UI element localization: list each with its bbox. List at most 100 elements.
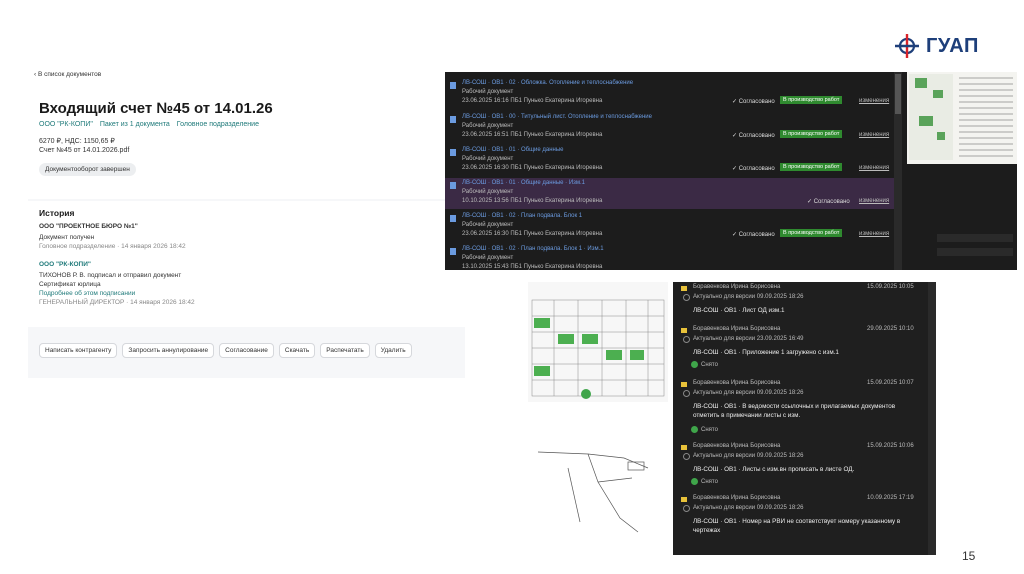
- doc-row-meta: 23.06.2025 16:30 ПБ1 Пунько Екатерина Иг…: [462, 165, 603, 171]
- document-list-screenshot: ЛВ-СОШ · ОВ1 · 02 · Обложка. Отопление и…: [445, 72, 907, 270]
- comment-date: 10.09.2025 17:19: [867, 495, 914, 501]
- document-file[interactable]: Счет №45 от 14.01.2026.pdf: [39, 147, 129, 154]
- doc-row-type: Рабочий документ: [462, 123, 514, 129]
- document-links: ООО "РК-КОПИ" Пакет из 1 документа Голов…: [39, 121, 259, 128]
- doc-row-title[interactable]: ЛВ-СОШ · ОВ1 · 01 · Общие данные: [462, 147, 564, 153]
- delete-button[interactable]: Удалить: [374, 343, 412, 358]
- doc-row[interactable]: ЛВ-СОШ · ОВ1 · 02 · План подвала. Блок 1…: [445, 211, 894, 242]
- doc-row-title[interactable]: ЛВ-СОШ · ОВ1 · 02 · План подвала. Блок 1: [462, 213, 582, 219]
- comment-item[interactable]: Боравенкова Ирина Борисовна 10.09.2025 1…: [673, 495, 936, 545]
- package-link[interactable]: Пакет из 1 документа: [100, 121, 170, 128]
- document-icon: [450, 248, 456, 255]
- check-circle-icon: [691, 426, 698, 433]
- flag-icon: [681, 382, 687, 387]
- doc-row-changes-link[interactable]: изменения: [859, 98, 889, 104]
- doc-row-type: Рабочий документ: [462, 255, 514, 261]
- doc-row-type: Рабочий документ: [462, 222, 514, 228]
- signature-details-link[interactable]: Подробнее об этом подписании: [39, 290, 135, 297]
- doc-row-status: ✓ Согласовано: [732, 99, 775, 105]
- flag-icon: [681, 328, 687, 333]
- doc-row-changes-link[interactable]: изменения: [859, 198, 889, 204]
- document-toolbar: Написать контрагенту Запросить аннулиров…: [39, 343, 412, 358]
- doc-row-changes-link[interactable]: изменения: [859, 165, 889, 171]
- doc-row[interactable]: ЛВ-СОШ · ОВ1 · 02 · План подвала. Блок 1…: [445, 244, 894, 270]
- doc-row-title[interactable]: ЛВ-СОШ · ОВ1 · 01 · Общие данные · Изм.1: [462, 180, 585, 186]
- check-circle-icon: [691, 478, 698, 485]
- comment-author: Боравенкова Ирина Борисовна: [693, 443, 781, 449]
- document-icon: [450, 182, 456, 189]
- doc-row-changes-link[interactable]: изменения: [859, 132, 889, 138]
- doc-row-meta: 13.10.2025 15:43 ПБ1 Пунько Екатерина Иг…: [462, 264, 603, 270]
- comment-author: Боравенкова Ирина Борисовна: [693, 326, 781, 332]
- history-icon: [683, 336, 690, 343]
- doc-row-badge: В производство работ: [780, 96, 843, 104]
- comment-item[interactable]: Боравенкова Ирина Борисовна 15.09.2025 1…: [673, 380, 936, 438]
- comment-item[interactable]: Боравенкова Ирина Борисовна 15.09.2025 1…: [673, 284, 936, 320]
- doc-row-type: Рабочий документ: [462, 189, 514, 195]
- doc-row-title[interactable]: ЛВ-СОШ · ОВ1 · 02 · Обложка. Отопление и…: [462, 80, 633, 86]
- signer-meta: ГЕНЕРАЛЬНЫЙ ДИРЕКТОР · 14 января 2026 18…: [39, 299, 195, 306]
- comment-text: ЛВ-СОШ · ОВ1 · Номер на РВИ не соответст…: [693, 518, 901, 534]
- doc-row-badge: В производство работ: [780, 130, 843, 138]
- document-card-screenshot: ‹ В список документов Входящий счет №45 …: [28, 66, 465, 378]
- back-to-list-link[interactable]: ‹ В список документов: [34, 71, 101, 78]
- removed-label: Снято: [701, 478, 718, 485]
- request-cancellation-button[interactable]: Запросить аннулирование: [122, 343, 215, 358]
- history-event-2: ТИХОНОВ Р. В. подписал и отправил докуме…: [39, 272, 182, 279]
- document-icon: [450, 149, 456, 156]
- history-org-2[interactable]: ООО "РК-КОПИ": [39, 261, 91, 268]
- comment-date: 15.09.2025 10:05: [867, 284, 914, 290]
- print-button[interactable]: Распечатать: [320, 343, 370, 358]
- document-icon: [450, 116, 456, 123]
- flag-icon: [681, 497, 687, 502]
- document-header: ‹ В список документов Входящий счет №45 …: [28, 66, 465, 199]
- counterparty-link[interactable]: ООО "РК-КОПИ": [39, 121, 93, 128]
- guap-logo: ГУАП: [894, 32, 994, 60]
- doc-row-title[interactable]: ЛВ-СОШ · ОВ1 · 02 · План подвала. Блок 1…: [462, 246, 604, 252]
- doc-row[interactable]: ЛВ-СОШ · ОВ1 · 00 · Титульный лист. Отоп…: [445, 112, 894, 143]
- history-icon: [683, 505, 690, 512]
- department-link[interactable]: Головное подразделение: [177, 121, 259, 128]
- doc-row-selected[interactable]: ЛВ-СОШ · ОВ1 · 01 · Общие данные · Изм.1…: [445, 178, 894, 209]
- status-badge: Документооборот завершен: [39, 163, 136, 176]
- comment-version: Актуально для версии 23.09.2025 16:49: [693, 336, 804, 342]
- comment-date: 15.09.2025 10:06: [867, 443, 914, 449]
- comments-scrollbar[interactable]: [928, 282, 936, 555]
- history-icon: [683, 453, 690, 460]
- history-icon: [683, 390, 690, 397]
- engineering-drawing-graphic: [528, 282, 668, 533]
- download-dropdown[interactable]: Скачать: [278, 343, 316, 358]
- history-section: История ООО "ПРОЕКТНОЕ БЮРО №1" Документ…: [28, 201, 465, 327]
- document-icon: [450, 215, 456, 222]
- history-event-1: Документ получен: [39, 234, 95, 241]
- doc-row-meta: 23.06.2025 16:51 ПБ1 Пунько Екатерина Иг…: [462, 132, 603, 138]
- comment-author: Боравенкова Ирина Борисовна: [693, 284, 781, 290]
- list-scrollbar-thumb[interactable]: [895, 74, 901, 114]
- doc-row-type: Рабочий документ: [462, 89, 514, 95]
- comment-item[interactable]: Боравенкова Ирина Борисовна 15.09.2025 1…: [673, 443, 936, 491]
- doc-row-status: ✓ Согласовано: [732, 133, 775, 139]
- history-org-1: ООО "ПРОЕКТНОЕ БЮРО №1": [39, 223, 138, 230]
- comment-version: Актуально для версии 09.09.2025 18:26: [693, 390, 804, 396]
- history-icon: [683, 294, 690, 301]
- doc-row[interactable]: ЛВ-СОШ · ОВ1 · 02 · Обложка. Отопление и…: [445, 78, 894, 109]
- approval-dropdown[interactable]: Согласование: [219, 343, 274, 358]
- removed-status: Снято: [691, 478, 718, 485]
- document-amount: 6270 ₽, НДС: 1150,65 ₽: [39, 138, 115, 145]
- certificate-label: Сертификат юрлица: [39, 281, 101, 288]
- comment-author: Боравенкова Ирина Борисовна: [693, 380, 781, 386]
- doc-row-meta: 10.10.2025 13:56 ПБ1 Пунько Екатерина Иг…: [462, 198, 603, 204]
- dark-panel-graphic: [937, 234, 1013, 256]
- comment-date: 29.09.2025 10:10: [867, 326, 914, 332]
- message-counterparty-button[interactable]: Написать контрагенту: [39, 343, 118, 358]
- comment-text: ЛВ-СОШ · ОВ1 · Листы с изм.вн прописать …: [693, 466, 855, 473]
- dark-panel-fragment: [907, 164, 1017, 270]
- doc-row-changes-link[interactable]: изменения: [859, 231, 889, 237]
- comment-item[interactable]: Боравенкова Ирина Борисовна 29.09.2025 1…: [673, 326, 936, 374]
- comment-date: 15.09.2025 10:07: [867, 380, 914, 386]
- doc-row-title[interactable]: ЛВ-СОШ · ОВ1 · 00 · Титульный лист. Отоп…: [462, 114, 652, 120]
- doc-row-status: ✓ Согласовано: [807, 199, 850, 205]
- doc-row-type: Рабочий документ: [462, 156, 514, 162]
- drawing-thumbnail-graphic: [909, 74, 1013, 160]
- doc-row[interactable]: ЛВ-СОШ · ОВ1 · 01 · Общие данные Рабочий…: [445, 145, 894, 176]
